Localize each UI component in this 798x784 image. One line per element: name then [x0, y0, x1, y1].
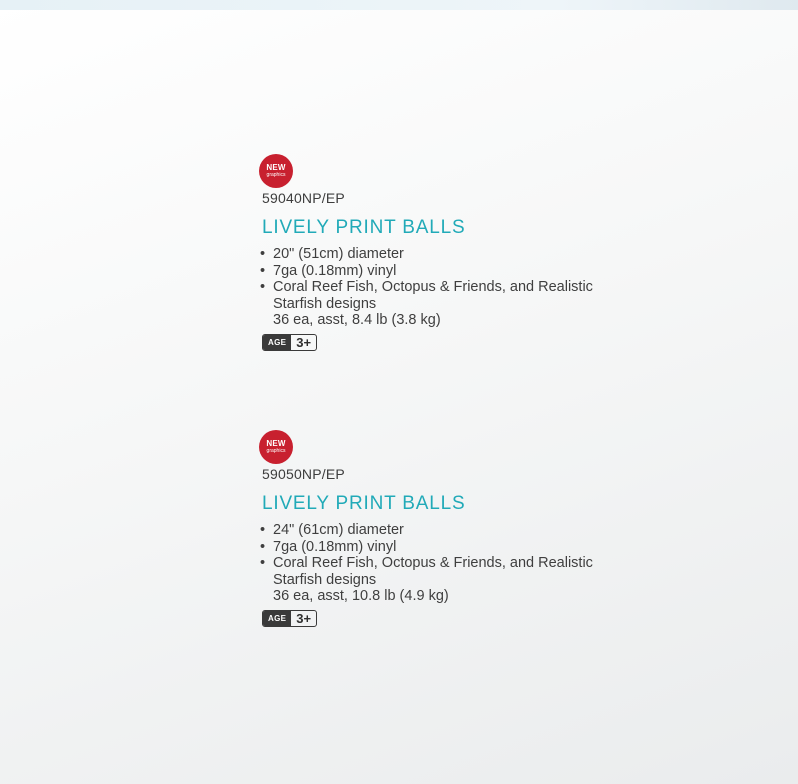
- feature-item: Coral Reef Fish, Octopus & Friends, and …: [259, 555, 619, 588]
- feature-item: Coral Reef Fish, Octopus & Friends, and …: [259, 279, 619, 312]
- feature-item: 20" (51cm) diameter: [259, 246, 619, 263]
- product-59050: NEW graphics 59050NP/EP LIVELY PRINT BAL…: [259, 430, 619, 627]
- pack-info: 36 ea, asst, 10.8 lb (4.9 kg): [273, 588, 449, 604]
- product-59040: NEW graphics 59040NP/EP LIVELY PRINT BAL…: [259, 154, 619, 351]
- age-badge: AGE 3+: [262, 609, 318, 627]
- product-title: LIVELY PRINT BALLS: [262, 493, 466, 514]
- age-badge: AGE 3+: [262, 333, 318, 351]
- badge-sub-text: graphics: [266, 448, 286, 454]
- badge-new-text: NEW: [266, 163, 286, 172]
- product-sku: 59050NP/EP: [262, 466, 345, 482]
- age-label: AGE: [263, 334, 292, 350]
- feature-item: 7ga (0.18mm) vinyl: [259, 263, 619, 280]
- badge-new-text: NEW: [266, 439, 286, 448]
- age-value: 3+: [296, 334, 312, 350]
- product-sku: 59040NP/EP: [262, 190, 345, 206]
- feature-list: 24" (61cm) diameter 7ga (0.18mm) vinyl C…: [259, 522, 619, 588]
- new-graphics-badge: NEW graphics: [259, 154, 293, 188]
- feature-list: 20" (51cm) diameter 7ga (0.18mm) vinyl C…: [259, 246, 619, 312]
- age-value: 3+: [296, 610, 312, 626]
- badge-sub-text: graphics: [266, 172, 286, 178]
- feature-item: 24" (61cm) diameter: [259, 522, 619, 539]
- pack-info: 36 ea, asst, 8.4 lb (3.8 kg): [273, 312, 441, 328]
- new-graphics-badge: NEW graphics: [259, 430, 293, 464]
- top-band: [0, 0, 798, 10]
- product-title: LIVELY PRINT BALLS: [262, 217, 466, 238]
- feature-item: 7ga (0.18mm) vinyl: [259, 539, 619, 556]
- age-label: AGE: [263, 610, 292, 626]
